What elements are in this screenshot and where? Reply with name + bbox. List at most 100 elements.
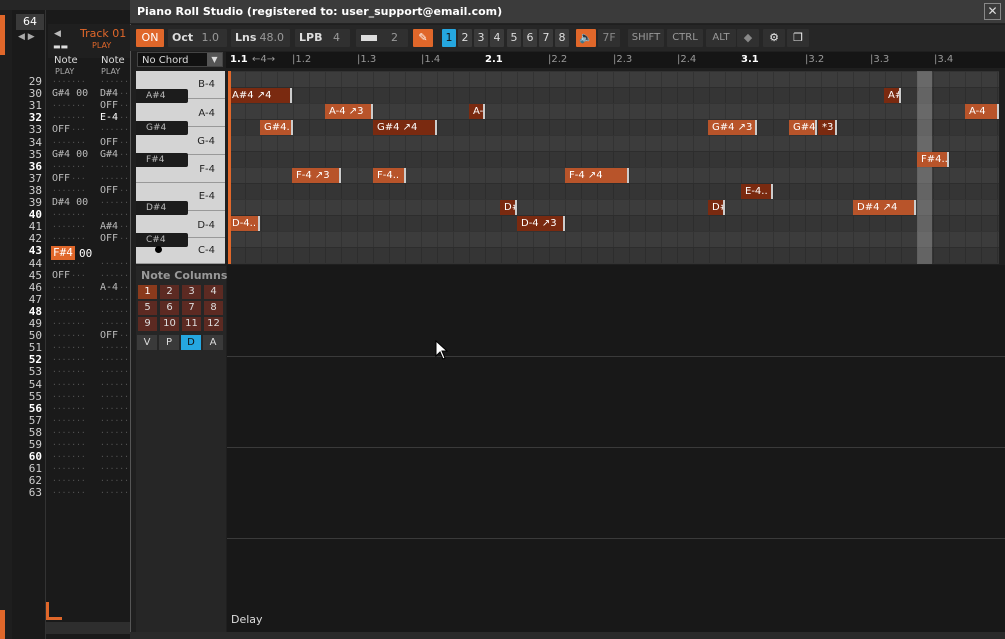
note-block[interactable]: G#4. (260, 120, 293, 135)
note-column-button-7[interactable]: 7 (182, 301, 201, 315)
tracker-note-cell[interactable]: OFF (100, 184, 119, 197)
tracker-note-cell[interactable]: G#4 (100, 148, 119, 161)
tracker-note-cell[interactable]: A#4 (100, 221, 119, 234)
on-toggle-button[interactable]: ON (136, 29, 164, 47)
close-button[interactable]: ✕ (984, 3, 1001, 20)
chevron-down-icon[interactable]: ▼ (207, 53, 222, 66)
tracker-note-cell[interactable]: OFF (100, 330, 119, 343)
track-button-3[interactable]: 3 (474, 29, 488, 47)
note-block[interactable]: F#4.. (917, 152, 949, 167)
black-key[interactable]: C#4 (136, 233, 188, 247)
track-button-6[interactable]: 6 (523, 29, 537, 47)
pattern-nav-icon[interactable]: ◀ ▶ (18, 32, 35, 42)
note-block[interactable]: F-4.. (373, 168, 406, 183)
pencil-icon[interactable]: ✎ (413, 29, 433, 47)
tracker-note-cell[interactable]: OFF (52, 269, 71, 282)
track-name[interactable]: Track 01 (80, 27, 126, 40)
window-icon[interactable]: ❐ (787, 29, 809, 47)
shift-button[interactable]: SHIFT (628, 29, 664, 47)
tracker-note-cell[interactable]: OFF (52, 172, 71, 185)
note-column-button-2[interactable]: 2 (160, 285, 179, 299)
tracker-note-cell[interactable]: D#4 (100, 88, 119, 101)
lines-control[interactable]: Lns 48.0 (231, 29, 290, 47)
note-block[interactable]: D-4.. (228, 216, 260, 231)
track-button-8[interactable]: 8 (555, 29, 569, 47)
tracker-note-cell[interactable]: A-4 (100, 281, 119, 294)
note-block[interactable]: D#4 ↗4 (853, 200, 916, 215)
black-key[interactable]: D#4 (136, 201, 188, 215)
c-key-marker-icon (155, 246, 162, 253)
note-column-2-header: Note (101, 55, 125, 66)
tracker-note-cell[interactable]: OFF (100, 233, 119, 246)
playhead[interactable] (228, 71, 231, 264)
note-column-button-1[interactable]: 1 (138, 285, 157, 299)
track-column-toggle-icon[interactable]: ▬▬ (53, 42, 68, 51)
note-block[interactable]: A# (884, 88, 901, 103)
note-block[interactable]: G#4 ↗4 (373, 120, 437, 135)
note-column-button-4[interactable]: 4 (204, 285, 223, 299)
track-collapse-icon[interactable]: ◀ (54, 29, 61, 39)
tracker-note-cell[interactable]: G#4 00 (52, 88, 89, 101)
track-button-2[interactable]: 2 (458, 29, 472, 47)
tracker-note-cell[interactable]: OFF (100, 100, 119, 113)
black-key[interactable]: A#4 (136, 89, 188, 103)
tracker-note-cell[interactable]: D#4 00 (52, 197, 89, 209)
track-button-1[interactable]: 1 (442, 29, 456, 47)
pattern-counter[interactable]: 64 (16, 14, 44, 30)
note-column-button-12[interactable]: 12 (204, 317, 223, 331)
empty-cell: ······· (52, 343, 86, 353)
black-key[interactable]: F#4 (136, 153, 188, 167)
track-button-4[interactable]: 4 (490, 29, 504, 47)
note-block[interactable]: F-4 ↗4 (565, 168, 629, 183)
lane-mode-button-d[interactable]: D (181, 335, 201, 350)
edit-cursor-volume[interactable]: 00 (79, 247, 92, 260)
tracker-note-cell[interactable]: E-4 (100, 112, 119, 125)
note-column-button-6[interactable]: 6 (160, 301, 179, 315)
track-button-5[interactable]: 5 (507, 29, 521, 47)
tracker-note-cell[interactable]: G#4 00 (52, 148, 89, 161)
note-block[interactable]: A- (469, 104, 485, 119)
lane-mode-button-v[interactable]: V (137, 335, 157, 350)
empty-cell: ······· (52, 319, 86, 328)
note-block[interactable]: G#4 ↗3 (708, 120, 757, 135)
automation-lanes[interactable] (227, 265, 1005, 637)
note-block[interactable]: F-4 ↗3 (292, 168, 341, 183)
velocity-value[interactable]: 7F (598, 29, 620, 47)
note-column-button-9[interactable]: 9 (138, 317, 157, 331)
gear-icon[interactable]: ⚙ (763, 29, 785, 47)
tag-icon[interactable]: ◆ (737, 29, 759, 47)
ctrl-button[interactable]: CTRL (667, 29, 703, 47)
note-column-button-5[interactable]: 5 (138, 301, 157, 315)
note-block[interactable]: *3 (818, 120, 837, 135)
note-block[interactable]: A#4 ↗4 (228, 88, 292, 103)
note-block[interactable]: A-4 (965, 104, 999, 119)
note-block[interactable]: D-4 ↗3 (517, 216, 565, 231)
edit-cursor-cell[interactable]: F#4 (51, 246, 75, 260)
tracker-note-cell[interactable]: OFF (52, 124, 71, 137)
chord-select-value: No Chord (142, 55, 189, 66)
tracker-hscrollbar[interactable] (46, 622, 130, 634)
black-key[interactable]: G#4 (136, 121, 188, 135)
note-block[interactable]: D# (500, 200, 517, 215)
alt-button[interactable]: ALT (706, 29, 736, 47)
lane-mode-button-a[interactable]: A (203, 335, 223, 350)
speaker-icon[interactable]: 🔈 (576, 29, 596, 47)
track-button-7[interactable]: 7 (539, 29, 553, 47)
tracker-note-cell[interactable]: OFF (100, 136, 119, 149)
window-bottom-edge (130, 632, 1005, 639)
note-block[interactable]: G#4. (789, 120, 817, 135)
note-column-button-11[interactable]: 11 (182, 317, 201, 331)
lpb-control[interactable]: LPB 4 (295, 29, 350, 47)
empty-cell: ······· (52, 210, 86, 220)
note-column-button-8[interactable]: 8 (204, 301, 223, 315)
note-column-button-10[interactable]: 10 (160, 317, 179, 331)
ruler-label: |2.2 (548, 54, 568, 65)
note-block[interactable]: A-4 ↗3 (325, 104, 373, 119)
octave-control[interactable]: Oct 1.0 (168, 29, 227, 47)
note-block[interactable]: D# (708, 200, 725, 215)
note-column-button-3[interactable]: 3 (182, 285, 201, 299)
lpb-label: LPB (299, 31, 323, 44)
step-control[interactable]: 2 (356, 29, 408, 47)
lane-mode-button-p[interactable]: P (159, 335, 179, 350)
note-block[interactable]: E-4.. (741, 184, 773, 199)
